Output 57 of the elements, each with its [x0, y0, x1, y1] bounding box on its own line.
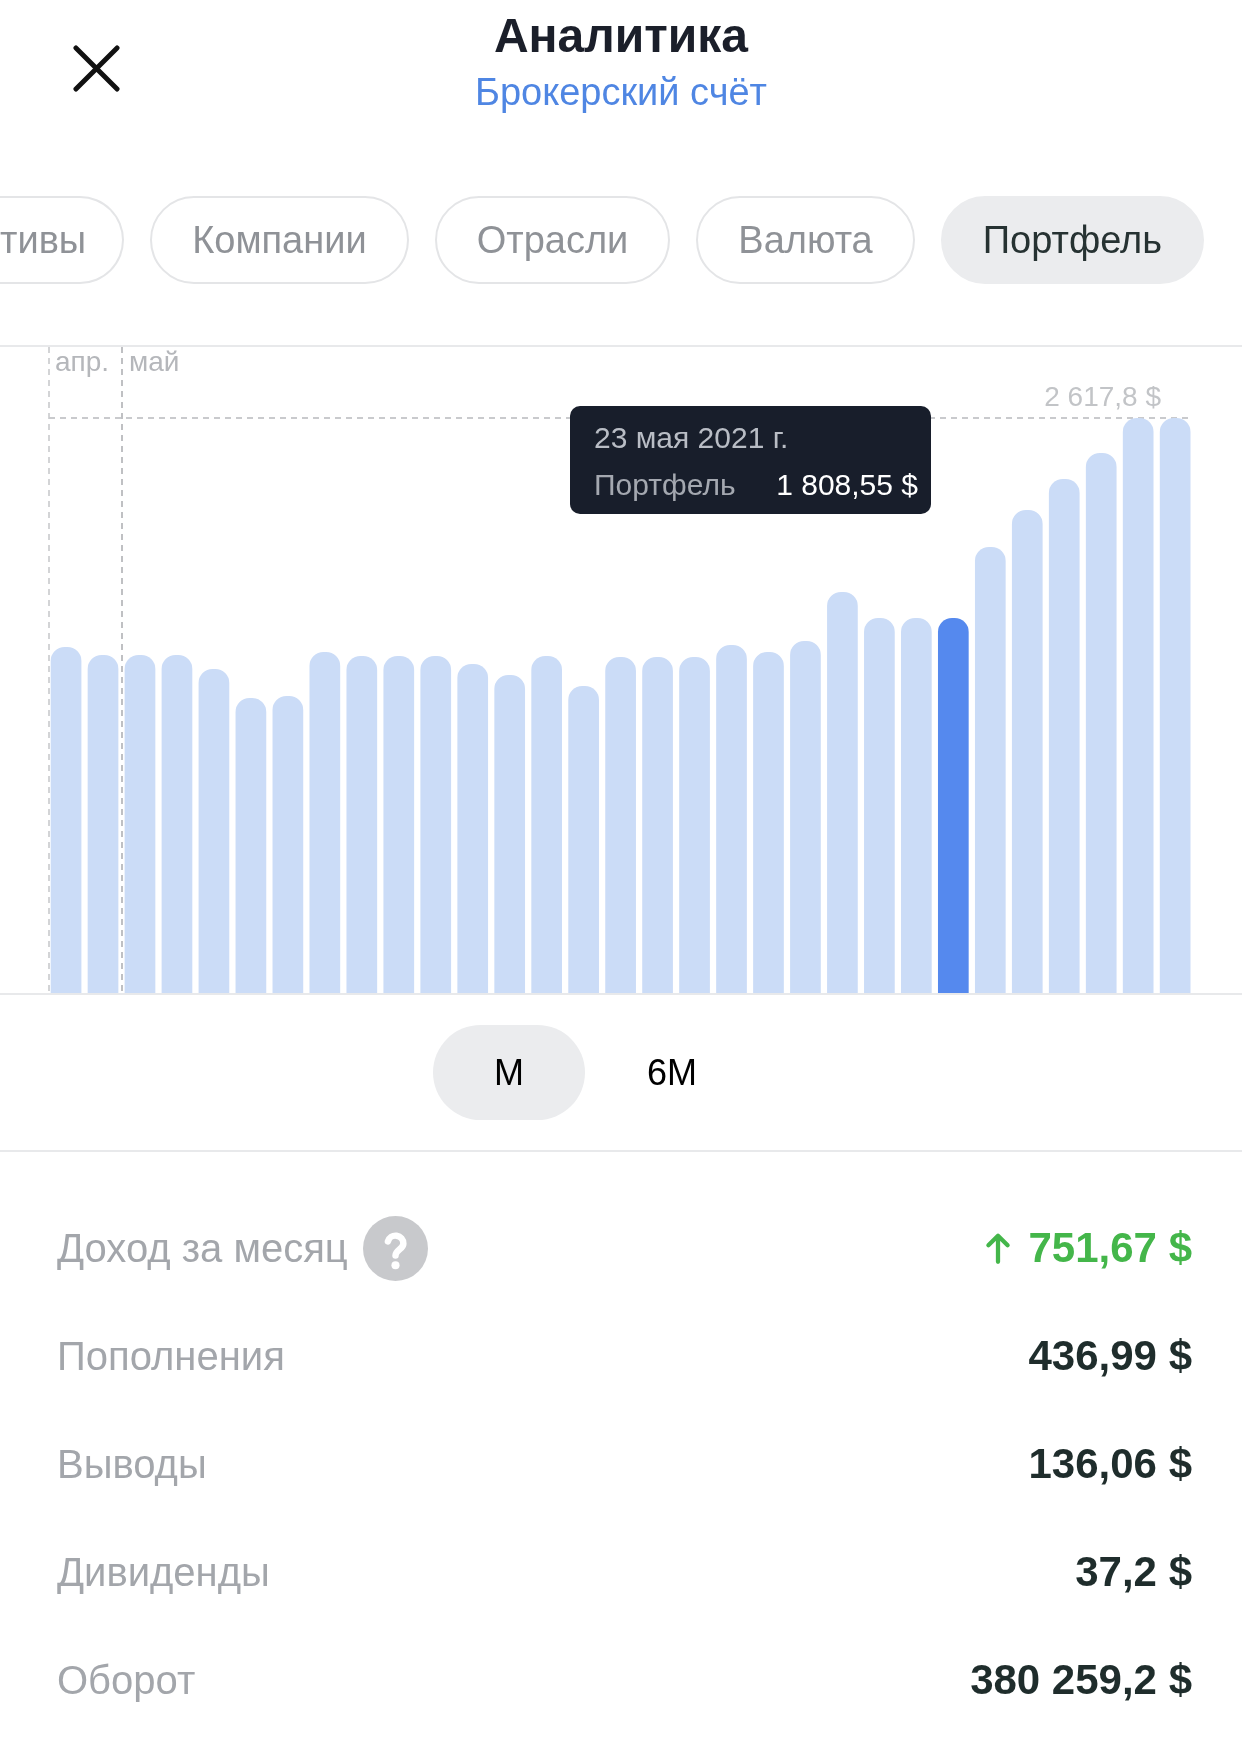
chart-bar[interactable]	[974, 547, 1006, 993]
chart-bar[interactable]	[790, 641, 821, 993]
chart-bar[interactable]	[864, 618, 895, 993]
chart-bar[interactable]	[716, 645, 747, 993]
chart-bar[interactable]	[901, 618, 932, 993]
chart-bar[interactable]	[346, 656, 378, 993]
chart-bar[interactable]	[531, 656, 562, 993]
chart-bar[interactable]	[124, 655, 156, 993]
max-value-label: 2 617,8 $	[1044, 381, 1161, 412]
category-tab[interactable]: Валюта	[696, 196, 915, 284]
category-tab[interactable]: Компании	[150, 196, 409, 284]
chart-bar[interactable]	[568, 686, 599, 993]
stat-label: Пополнения	[57, 1333, 285, 1380]
chart-bar[interactable]	[420, 656, 452, 993]
stat-label: Выводы	[57, 1441, 207, 1488]
chart-bar[interactable]	[309, 652, 341, 993]
chart-bar[interactable]	[1159, 418, 1191, 993]
category-tab[interactable]: Портфель	[940, 196, 1205, 284]
tooltip-value: 1 808,55 $	[776, 467, 918, 503]
tooltip-series-label: Портфель	[594, 467, 736, 503]
tooltip-date: 23 мая 2021 г.	[594, 420, 790, 456]
chart-bar[interactable]	[161, 655, 193, 993]
chart-bar[interactable]	[235, 698, 267, 993]
chart-bar[interactable]	[50, 647, 82, 993]
chart-bar[interactable]	[938, 618, 969, 993]
stat-label: Доход за месяц	[57, 1225, 348, 1272]
help-icon[interactable]	[362, 1215, 428, 1281]
month-label: апр.	[55, 347, 110, 377]
stat-value: 751,67 $	[1028, 1223, 1192, 1273]
chart-bar[interactable]	[1122, 418, 1154, 993]
chart-bar[interactable]	[198, 669, 230, 993]
stat-value: 136,06 $	[1028, 1439, 1192, 1489]
stat-label: Дивиденды	[57, 1549, 270, 1596]
chart-bar[interactable]	[494, 675, 526, 993]
account-subtitle-link[interactable]: Брокерский счёт	[474, 70, 768, 114]
chart-bar[interactable]	[1048, 479, 1080, 993]
chart-bar[interactable]	[753, 652, 784, 993]
stat-value: 37,2 $	[1075, 1547, 1192, 1597]
chart-bar[interactable]	[827, 592, 858, 993]
stat-value: 436,99 $	[1028, 1331, 1192, 1381]
close-icon	[73, 45, 120, 92]
chart-bar[interactable]	[605, 657, 636, 993]
chart-bar[interactable]	[642, 657, 673, 993]
chart-bar[interactable]	[1011, 510, 1043, 993]
period-tab[interactable]: М	[433, 1025, 585, 1120]
month-label: май	[129, 347, 180, 377]
category-tab[interactable]: Отрасли	[434, 196, 671, 284]
chart-bar[interactable]	[87, 655, 119, 993]
chart-bar[interactable]	[383, 656, 415, 993]
category-tab[interactable]: тивы	[0, 196, 125, 284]
chart-bar[interactable]	[679, 657, 710, 993]
page-title: Аналитика	[493, 8, 749, 64]
stat-value: 380 259,2 $	[970, 1655, 1192, 1705]
chart-bar[interactable]	[1085, 453, 1117, 993]
chart-bar[interactable]	[457, 664, 489, 993]
chart-bar[interactable]	[272, 696, 304, 993]
stat-label: Оборот	[57, 1657, 196, 1704]
